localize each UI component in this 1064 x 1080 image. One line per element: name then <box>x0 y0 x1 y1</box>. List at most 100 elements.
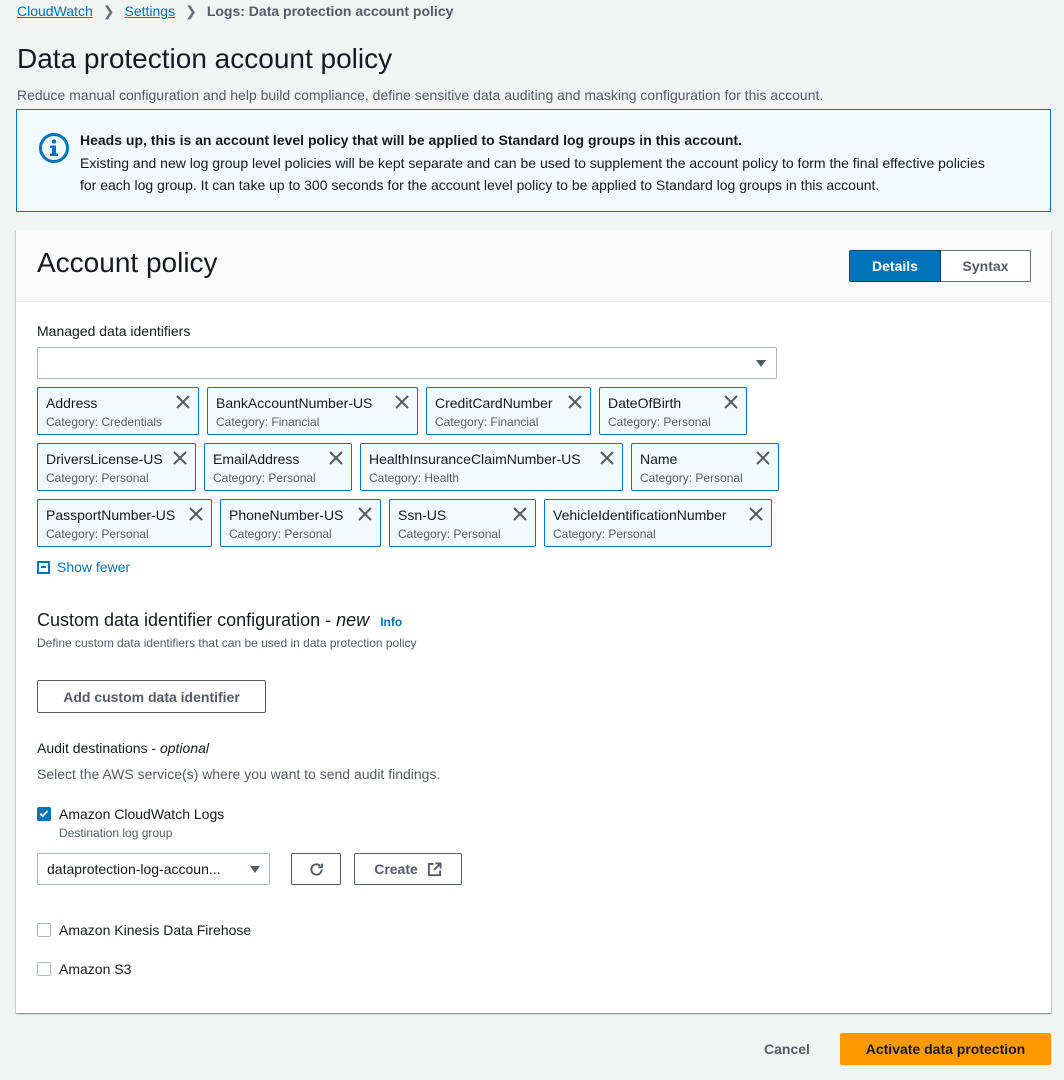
cloudwatch-logs-label: Amazon CloudWatch Logs <box>59 806 225 822</box>
close-icon[interactable] <box>395 395 409 409</box>
create-label: Create <box>374 861 418 877</box>
token-category: Category: Personal <box>398 527 501 541</box>
token: EmailAddress Category: Personal <box>204 443 352 491</box>
close-icon[interactable] <box>513 507 527 521</box>
chevron-right-icon: ❯ <box>185 2 197 19</box>
optional-text: optional <box>159 740 210 756</box>
custom-identifier-description: Define custom data identifiers that can … <box>37 636 417 650</box>
close-icon[interactable] <box>600 451 614 465</box>
token-category: Category: Personal <box>46 471 149 485</box>
breadcrumb-settings-link[interactable]: Settings <box>124 3 175 19</box>
account-policy-panel: Account policy Details Syntax Managed da… <box>16 230 1051 1013</box>
token-name: VehicleIdentificationNumber <box>553 507 727 523</box>
page-title: Data protection account policy <box>17 43 393 74</box>
close-icon[interactable] <box>568 395 582 409</box>
token: Address Category: Credentials <box>37 387 199 435</box>
token-name: BankAccountNumber-US <box>216 395 373 411</box>
tab-syntax[interactable]: Syntax <box>941 250 1031 282</box>
close-icon[interactable] <box>176 395 190 409</box>
cancel-button[interactable]: Cancel <box>752 1033 822 1065</box>
token-name: PassportNumber-US <box>46 507 176 523</box>
managed-identifiers-label: Managed data identifiers <box>37 323 191 339</box>
token: VehicleIdentificationNumber Category: Pe… <box>544 499 772 547</box>
token: CreditCardNumber Category: Financial <box>426 387 591 435</box>
token-category: Category: Credentials <box>46 415 163 429</box>
new-badge-text: new <box>336 610 370 630</box>
token-name: HealthInsuranceClaimNumber-US <box>369 451 581 467</box>
token-category: Category: Personal <box>229 527 332 541</box>
close-icon[interactable] <box>749 507 763 521</box>
breadcrumb-current: Logs: Data protection account policy <box>206 3 454 19</box>
info-icon <box>39 133 69 163</box>
caret-down-icon <box>756 360 766 367</box>
refresh-button[interactable] <box>291 853 341 885</box>
token-category: Category: Financial <box>216 415 320 429</box>
token: Name Category: Personal <box>631 443 779 491</box>
external-link-icon <box>427 861 442 876</box>
close-icon[interactable] <box>173 451 187 465</box>
token: DriversLicense-US Category: Personal <box>37 443 196 491</box>
activate-data-protection-button[interactable]: Activate data protection <box>840 1033 1051 1065</box>
refresh-icon <box>309 862 323 876</box>
close-icon[interactable] <box>329 451 343 465</box>
token-category: Category: Personal <box>640 471 743 485</box>
cloudwatch-logs-checkbox[interactable] <box>37 807 51 821</box>
kinesis-firehose-label: Amazon Kinesis Data Firehose <box>59 922 252 938</box>
token: BankAccountNumber-US Category: Financial <box>207 387 418 435</box>
collapse-icon <box>37 560 50 574</box>
s3-label: Amazon S3 <box>59 961 132 977</box>
close-icon[interactable] <box>724 395 738 409</box>
token: PhoneNumber-US Category: Personal <box>220 499 381 547</box>
token-name: CreditCardNumber <box>435 395 553 411</box>
view-segmented-control: Details Syntax <box>849 250 1031 282</box>
close-icon[interactable] <box>358 507 372 521</box>
show-fewer-link[interactable]: Show fewer <box>37 559 130 575</box>
token-name: DateOfBirth <box>608 395 682 411</box>
info-alert: Heads up, this is an account level polic… <box>16 109 1051 212</box>
token-name: Name <box>640 451 678 467</box>
token-category: Category: Personal <box>553 527 656 541</box>
close-icon[interactable] <box>189 507 203 521</box>
token: HealthInsuranceClaimNumber-US Category: … <box>360 443 623 491</box>
token-category: Category: Financial <box>435 415 539 429</box>
token-name: PhoneNumber-US <box>229 507 344 523</box>
breadcrumb: CloudWatch ❯ Settings ❯ Logs: Data prote… <box>17 2 453 20</box>
token: Ssn-US Category: Personal <box>389 499 536 547</box>
token-group: Address Category: Credentials BankAccoun… <box>37 387 797 555</box>
kinesis-firehose-checkbox[interactable] <box>37 923 51 937</box>
token-name: EmailAddress <box>213 451 300 467</box>
create-log-group-button[interactable]: Create <box>354 853 462 885</box>
s3-checkbox[interactable] <box>37 962 51 976</box>
panel-header: Account policy Details Syntax <box>16 230 1051 302</box>
add-custom-identifier-button[interactable]: Add custom data identifier <box>37 680 266 713</box>
token-category: Category: Personal <box>46 527 149 541</box>
panel-title: Account policy <box>37 247 218 278</box>
token: DateOfBirth Category: Personal <box>599 387 747 435</box>
tab-details[interactable]: Details <box>849 250 941 282</box>
caret-down-icon <box>250 866 260 873</box>
token: PassportNumber-US Category: Personal <box>37 499 212 547</box>
close-icon[interactable] <box>756 451 770 465</box>
destination-log-group-select[interactable]: dataprotection-log-accoun... <box>37 853 270 885</box>
destination-log-group-label: Destination log group <box>59 826 173 840</box>
chevron-right-icon: ❯ <box>102 2 115 19</box>
token-name: DriversLicense-US <box>46 451 163 467</box>
alert-body: Existing and new log group level policie… <box>80 155 985 193</box>
token-category: Category: Personal <box>608 415 711 429</box>
audit-description: Select the AWS service(s) where you want… <box>37 766 441 782</box>
alert-title: Heads up, this is an account level polic… <box>80 132 742 148</box>
log-group-value: dataprotection-log-accoun... <box>47 861 221 877</box>
token-category: Category: Personal <box>213 471 316 485</box>
show-fewer-label: Show fewer <box>57 559 131 575</box>
checkmark-icon <box>39 810 49 818</box>
breadcrumb-cloudwatch-link[interactable]: CloudWatch <box>17 3 93 19</box>
audit-heading-text: Audit destinations - <box>37 740 160 756</box>
page-description: Reduce manual configuration and help bui… <box>17 87 824 103</box>
custom-identifier-heading-text: Custom data identifier configuration - <box>37 610 337 630</box>
token-category: Category: Health <box>369 471 460 485</box>
info-link[interactable]: Info <box>380 615 402 629</box>
custom-identifier-heading: Custom data identifier configuration - n… <box>37 610 402 631</box>
managed-identifiers-select[interactable] <box>37 347 777 379</box>
token-name: Address <box>46 395 98 411</box>
token-name: Ssn-US <box>398 507 447 523</box>
